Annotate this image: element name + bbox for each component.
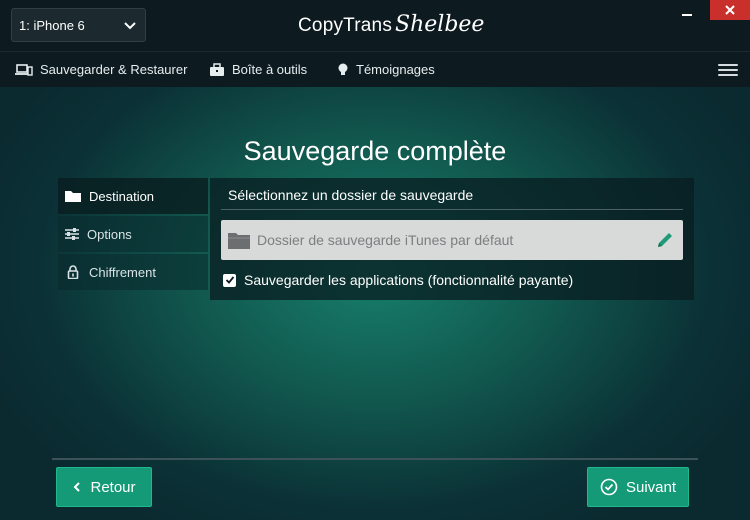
menu-item-testimonials[interactable]: Témoignages bbox=[337, 52, 435, 88]
tab-destination[interactable]: Destination bbox=[58, 178, 208, 214]
checkbox-label: Sauvegarder les applications (fonctionna… bbox=[244, 272, 574, 288]
minimize-button[interactable] bbox=[680, 6, 694, 20]
app-logo: CopyTrans Shelbee bbox=[298, 12, 484, 40]
checkmark-icon bbox=[225, 276, 234, 284]
check-circle-icon bbox=[600, 478, 618, 496]
back-label: Retour bbox=[90, 478, 136, 496]
tab-encryption[interactable]: Chiffrement bbox=[58, 254, 208, 290]
tab-options[interactable]: Options bbox=[58, 216, 208, 252]
menu-item-label: Boîte à outils bbox=[232, 62, 308, 77]
close-icon bbox=[725, 5, 735, 15]
close-button[interactable] bbox=[710, 0, 750, 20]
tab-label: Options bbox=[87, 226, 132, 242]
next-button[interactable]: Suivant bbox=[587, 467, 689, 507]
backup-apps-checkbox[interactable] bbox=[223, 273, 236, 287]
chevron-down-icon bbox=[124, 22, 136, 30]
back-button[interactable]: Retour bbox=[56, 467, 152, 507]
brand-product: Shelbee bbox=[395, 12, 485, 37]
page-title: Sauvegarde complète bbox=[243, 136, 507, 166]
lightbulb-icon bbox=[338, 63, 348, 75]
menu-item-toolbox[interactable]: Boîte à outils bbox=[209, 52, 307, 88]
menu-item-label: Témoignages bbox=[356, 62, 435, 77]
device-selector-value: 1: iPhone 6 bbox=[19, 17, 85, 33]
divider bbox=[221, 209, 683, 210]
panel-heading: Sélectionnez un dossier de sauvegarde bbox=[228, 187, 474, 203]
title-bar: 1: iPhone 6 CopyTrans Shelbee bbox=[0, 0, 750, 51]
folder-icon bbox=[65, 191, 81, 202]
pencil-icon[interactable] bbox=[655, 230, 675, 250]
next-label: Suivant bbox=[625, 478, 677, 496]
menu-item-label: Sauvegarder & Restaurer bbox=[40, 62, 188, 77]
folder-icon bbox=[228, 233, 250, 249]
destination-panel: Sélectionnez un dossier de sauvegarde Do… bbox=[210, 178, 694, 300]
backup-folder-field[interactable]: Dossier de sauvegarde iTunes par défaut bbox=[221, 220, 683, 260]
toolbox-icon bbox=[210, 62, 224, 76]
device-selector[interactable]: 1: iPhone 6 bbox=[11, 8, 146, 42]
lock-icon bbox=[67, 265, 79, 279]
brand-name: CopyTrans bbox=[298, 15, 393, 36]
menu-item-backup-restore[interactable]: Sauvegarder & Restaurer bbox=[15, 52, 187, 88]
chevron-left-icon bbox=[74, 482, 81, 492]
sliders-icon bbox=[65, 228, 79, 240]
footer-divider bbox=[52, 458, 698, 460]
side-tabs: Destination Options Chiffrement bbox=[58, 178, 208, 292]
backup-folder-value: Dossier de sauvegarde iTunes par défaut bbox=[257, 232, 514, 248]
tab-label: Chiffrement bbox=[89, 264, 156, 280]
laptop-phone-icon bbox=[15, 63, 33, 76]
menu-bar: Sauvegarder & Restaurer Boîte à outils T… bbox=[0, 51, 750, 87]
hamburger-menu-icon[interactable] bbox=[718, 61, 738, 79]
backup-apps-option[interactable]: Sauvegarder les applications (fonctionna… bbox=[223, 272, 573, 288]
tab-label: Destination bbox=[89, 188, 155, 204]
